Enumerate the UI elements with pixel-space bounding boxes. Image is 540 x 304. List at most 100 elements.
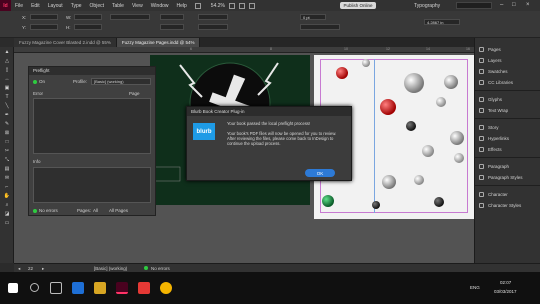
menu-type[interactable]: Type [67,3,86,9]
ok-button[interactable]: OK [305,169,335,177]
menu-layout[interactable]: Layout [44,3,67,9]
profile-select[interactable]: [Basic] (working) [91,78,151,85]
free-transform-tool-icon[interactable]: ⤡ [0,155,14,164]
panel-paragraph-styles[interactable]: Paragraph Styles [475,172,540,182]
direct-selection-tool-icon[interactable]: △ [0,56,14,65]
close-icon[interactable]: × [526,2,530,8]
reference-point-field[interactable] [110,14,150,20]
rectangle-frame-tool-icon[interactable]: ⊠ [0,128,14,137]
tab-magazine-cover[interactable]: Fuzzy Magazine Cover Blasted 2.indd @ 55… [14,38,117,47]
file-explorer-icon[interactable] [94,282,106,294]
panel-character-styles[interactable]: Character Styles [475,200,540,210]
screen-mode-tool-icon[interactable]: ▭ [0,218,14,227]
page-number-field[interactable]: 22 [28,266,33,271]
panel-pages[interactable]: Pages [475,44,540,54]
arrange-documents-icon[interactable] [248,2,255,9]
panel-glyphs[interactable]: Glyphs [475,94,540,104]
view-options-icon[interactable] [228,2,235,9]
shear-field[interactable] [160,24,184,30]
stroke-swatch[interactable] [198,24,228,30]
pen-tool-icon[interactable]: ✒ [0,110,14,119]
type-tool-icon[interactable]: T [0,92,14,101]
line-tool-icon[interactable]: ╲ [0,101,14,110]
workspace-switcher[interactable]: Typography [414,3,440,9]
panel-layers[interactable]: Layers [475,55,540,65]
ruler-number: 8 [270,47,272,51]
pencil-tool-icon[interactable]: ✎ [0,119,14,128]
menu-view[interactable]: View [128,3,147,9]
windows-start-icon[interactable] [8,283,18,293]
edge-browser-icon[interactable] [72,282,84,294]
fill-stroke-swatch-icon[interactable]: ◪ [0,209,14,218]
zoom-tool-icon[interactable]: ⌕ [0,200,14,209]
scissors-tool-icon[interactable]: ✂ [0,146,14,155]
page-tool-icon[interactable]: ▯ [0,65,14,74]
info-toggle[interactable]: Info [33,159,41,164]
maximize-icon[interactable]: □ [512,2,516,8]
range-field[interactable]: All Pages [109,208,128,213]
column-guide [374,59,375,213]
menu-window[interactable]: Window [147,3,173,9]
gradient-tool-icon[interactable]: ▤ [0,164,14,173]
stroke-type-field[interactable] [300,24,340,30]
chrome-icon[interactable] [160,282,172,294]
language-indicator[interactable]: ENG [470,285,480,290]
preflight-on-checkbox[interactable] [33,79,37,84]
indesign-taskbar-icon[interactable] [116,282,128,294]
panel-story[interactable]: Story [475,122,540,132]
windows-taskbar: ENG 02:07 03/03/2017 [0,272,540,304]
panel-label: CC Libraries [488,79,514,85]
minimize-icon[interactable]: – [500,2,503,8]
eyedropper-tool-icon[interactable]: ⌐ [0,182,14,191]
fill-swatch[interactable] [198,14,228,20]
menu-file[interactable]: File [11,3,27,9]
zoom-level[interactable]: 54.2% [211,3,225,9]
panel-paragraph[interactable]: Paragraph [475,161,540,171]
menu-object[interactable]: Object [86,3,108,9]
menu-help[interactable]: Help [173,3,191,9]
task-view-icon[interactable] [50,282,62,294]
panel-character[interactable]: Character [475,189,540,199]
horizontal-ruler[interactable]: 6 8 10 12 14 16 [14,47,474,53]
note-tool-icon[interactable]: ✉ [0,173,14,182]
story-icon [479,124,484,130]
error-list[interactable] [33,98,151,154]
publish-online-button[interactable]: Publish Online [340,2,376,9]
document-tabs: Fuzzy Magazine Cover Blasted 2.indd @ 55… [14,38,474,47]
x-field[interactable] [30,14,58,20]
w-field[interactable] [74,14,102,20]
info-box [33,167,151,203]
menu-table[interactable]: Table [108,3,128,9]
tab-magazine-pages[interactable]: Fuzzy Magazine Pages.indd @ 54% [116,38,201,47]
preflight-profile-status[interactable]: [Basic] (working) [94,266,127,271]
hand-tool-icon[interactable]: ✋ [0,191,14,200]
bridge-icon[interactable] [194,2,201,9]
document-canvas[interactable]: 6 8 10 12 14 16 Preflight On Profile: [B… [14,47,474,263]
all-radio[interactable]: All [93,208,98,213]
selection-tool-icon[interactable]: ▲ [0,47,14,56]
clock-date[interactable]: 03/03/2017 [494,289,517,294]
search-icon[interactable] [30,283,39,292]
acrobat-icon[interactable] [138,282,150,294]
panel-label: Text Wrap [488,107,509,113]
screen-mode-icon[interactable] [238,2,245,9]
black-sphere [372,201,380,209]
preflight-panel: Preflight On Profile: [Basic] (working) … [28,66,156,216]
panel-text-wrap[interactable]: Text Wrap [475,105,540,115]
width-field[interactable]: 4.2867 in [424,19,460,25]
panel-hyperlinks[interactable]: Hyperlinks [475,133,540,143]
search-input[interactable] [456,2,492,9]
panel-cc-libraries[interactable]: CC Libraries [475,77,540,87]
gap-tool-icon[interactable]: ↔ [0,74,14,83]
rotate-field[interactable] [160,14,184,20]
content-collector-icon[interactable]: ▣ [0,83,14,92]
rectangle-tool-icon[interactable]: □ [0,137,14,146]
panel-swatches[interactable]: Swatches [475,66,540,76]
menu-edit[interactable]: Edit [27,3,44,9]
no-errors-status[interactable]: No errors [151,266,170,271]
h-field[interactable] [74,24,102,30]
stroke-weight-field[interactable]: 0 pt [300,14,326,20]
panel-effects[interactable]: Effects [475,144,540,154]
clock-time[interactable]: 02:07 [500,280,511,285]
y-field[interactable] [30,24,58,30]
